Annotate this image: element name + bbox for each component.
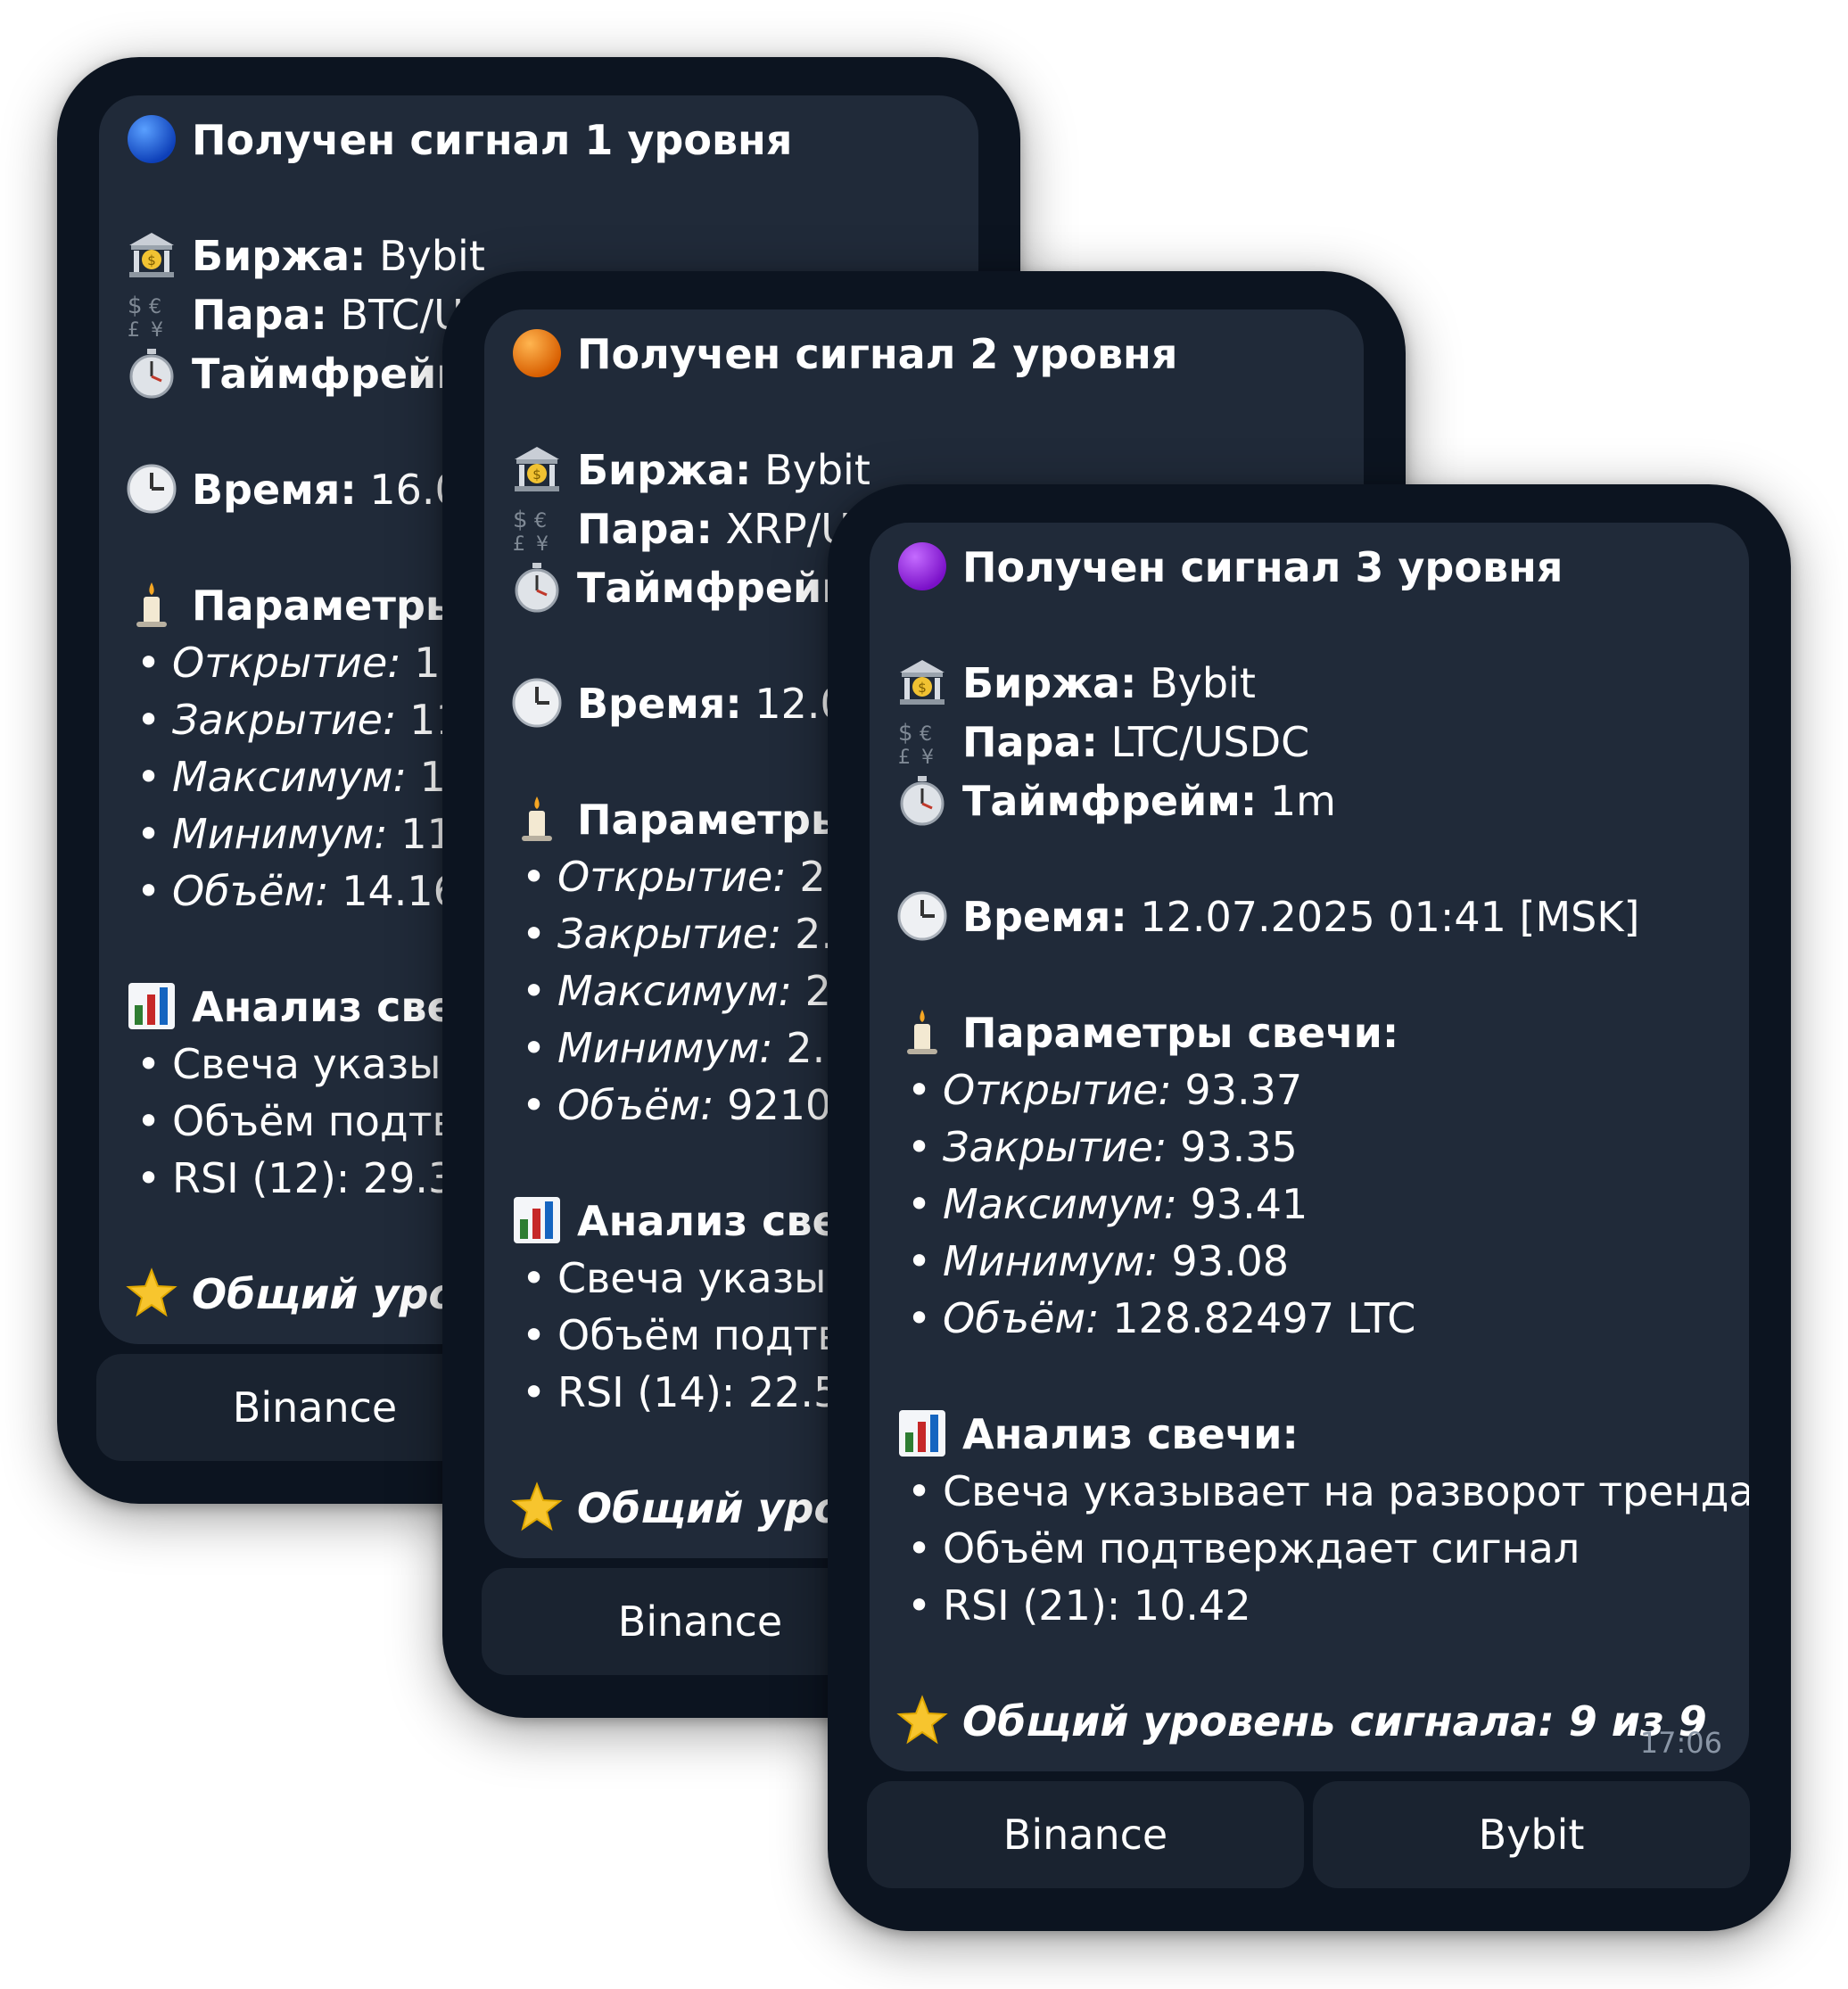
total-level: Общий уровень сигнала: 9 из 9 <box>896 1693 1707 1750</box>
high-line: •Максимум: 11 <box>136 753 472 801</box>
open-line: •Открытие: 118 <box>136 639 492 687</box>
signal-card-3: Получен сигнал 3 уровня $ Биржа: Bybit $ €… <box>828 484 1791 1931</box>
open-line: • Открытие: 93.37 <box>907 1066 1303 1114</box>
binance-button[interactable]: Binance <box>867 1781 1304 1888</box>
bar-chart-icon <box>511 1194 563 1246</box>
inline-buttons: Binance Bybit <box>867 1781 1750 1888</box>
analysis-item: • Объём подтве <box>522 1311 867 1359</box>
svg-text:£: £ <box>898 747 911 767</box>
analysis-item: • Свеча указыв <box>136 1040 466 1088</box>
volume-line: • Объём: 9210.1 <box>522 1081 871 1129</box>
stopwatch-icon <box>126 347 177 399</box>
svg-text:€: € <box>920 723 932 746</box>
total-level: Общий уров <box>126 1266 483 1323</box>
bank-icon: $ <box>511 443 563 495</box>
analysis-item: • RSI (21): 10.42 <box>907 1581 1251 1630</box>
stopwatch-icon <box>511 561 563 613</box>
message-title: Получен сигнал 1 уровня <box>126 111 792 169</box>
open-line: •Открытие: 2.8 <box>522 853 865 901</box>
svg-text:¥: ¥ <box>536 533 549 554</box>
svg-text:£: £ <box>513 533 525 554</box>
blue-circle-icon <box>126 113 177 165</box>
exchange-line: $ Биржа: Bybit <box>896 655 1256 712</box>
svg-text:$: $ <box>147 252 156 268</box>
svg-text:$: $ <box>898 720 913 747</box>
analysis-item: • Свеча указыв <box>522 1254 851 1302</box>
time-line: Время: 16.07 <box>126 461 487 518</box>
svg-text:$: $ <box>128 293 143 319</box>
clock-icon <box>896 890 948 942</box>
message-timestamp: 17:06 <box>1639 1726 1722 1760</box>
analysis-title: Анализ свеч <box>511 1193 868 1250</box>
clock-icon <box>511 677 563 729</box>
message-title: Получен сигнал 2 уровня <box>511 326 1177 383</box>
pair-line: $ € £ ¥ Пара: XRP/U <box>511 500 851 557</box>
stopwatch-icon <box>896 774 948 826</box>
low-line: • Минимум: 93.08 <box>907 1237 1290 1285</box>
time-line: Время: 12.07.2025 01:41 [MSK] <box>896 888 1639 945</box>
params-title: Параметры свечи: <box>896 1004 1398 1061</box>
analysis-item: • Объём подтве <box>136 1097 482 1145</box>
time-line: Время: 12.07 <box>511 675 872 732</box>
analysis-title: Анализ свеч <box>126 978 483 1036</box>
timeframe-line: Таймфрейм: 1m <box>896 772 1336 829</box>
bank-icon: $ <box>126 229 177 281</box>
exchange-line: $ Биржа: Bybit <box>511 442 870 499</box>
svg-text:$: $ <box>513 507 528 533</box>
volume-line: • Объём: 14.167 <box>136 867 486 915</box>
low-line: • Минимум: 2.8 <box>522 1024 852 1072</box>
high-line: • Максимум: 2. <box>522 967 845 1015</box>
analysis-title: Анализ свечи: <box>896 1406 1299 1463</box>
params-title: Параметры <box>126 577 463 634</box>
analysis-item: • Свеча указывает на разворот тренда <box>907 1467 1749 1515</box>
close-line: • Закрытие: 93.35 <box>907 1123 1298 1171</box>
analysis-item: • Объём подтверждает сигнал <box>907 1524 1580 1572</box>
currency-exchange-icon: $ € £ ¥ <box>126 288 177 340</box>
svg-text:€: € <box>534 510 547 532</box>
analysis-item: • RSI (14): 22.52 <box>522 1368 866 1416</box>
pair-line: $ € £ ¥ Пара: BTC/U <box>126 286 464 343</box>
star-icon <box>126 1267 177 1319</box>
clock-icon <box>126 463 177 515</box>
signal-message: Получен сигнал 3 уровня $ Биржа: Bybit $ €… <box>870 523 1749 1771</box>
close-line: •Закрытие: 118 <box>136 696 488 744</box>
high-line: • Максимум: 93.41 <box>907 1180 1308 1228</box>
candle-icon <box>511 793 563 845</box>
currency-exchange-icon: $ € £ ¥ <box>511 502 563 554</box>
star-icon <box>511 1481 563 1533</box>
svg-text:¥: ¥ <box>151 319 163 340</box>
candle-icon <box>896 1006 948 1058</box>
low-line: • Минимум: 118 <box>136 810 480 858</box>
exchange-line: $ Биржа: Bybit <box>126 227 485 285</box>
pair-line: $ € £ ¥ Пара: LTC/USDC <box>896 714 1309 771</box>
star-icon <box>896 1695 948 1746</box>
currency-exchange-icon: $ € £ ¥ <box>896 715 948 767</box>
analysis-item: • RSI (12): 29.32 <box>136 1154 481 1202</box>
close-line: •Закрытие: 2.8 <box>522 910 860 958</box>
params-title: Параметры <box>511 791 848 848</box>
orange-circle-icon <box>511 327 563 379</box>
timeframe-line: Таймфрейм <box>126 345 470 402</box>
timeframe-line: Таймфрейм <box>511 559 855 616</box>
candle-icon <box>126 579 177 631</box>
message-title: Получен сигнал 3 уровня <box>896 539 1563 596</box>
bybit-button[interactable]: Bybit <box>1313 1781 1750 1888</box>
bar-chart-icon <box>896 1407 948 1459</box>
total-level: Общий уров <box>511 1480 868 1537</box>
svg-text:£: £ <box>128 319 140 340</box>
svg-text:¥: ¥ <box>921 747 934 767</box>
volume-line: • Объём: 128.82497 LTC <box>907 1294 1416 1342</box>
svg-text:€: € <box>149 296 161 318</box>
svg-text:$: $ <box>532 466 541 483</box>
svg-text:$: $ <box>918 680 927 696</box>
bank-icon: $ <box>896 656 948 708</box>
purple-circle-icon <box>896 541 948 592</box>
bar-chart-icon <box>126 980 177 1032</box>
